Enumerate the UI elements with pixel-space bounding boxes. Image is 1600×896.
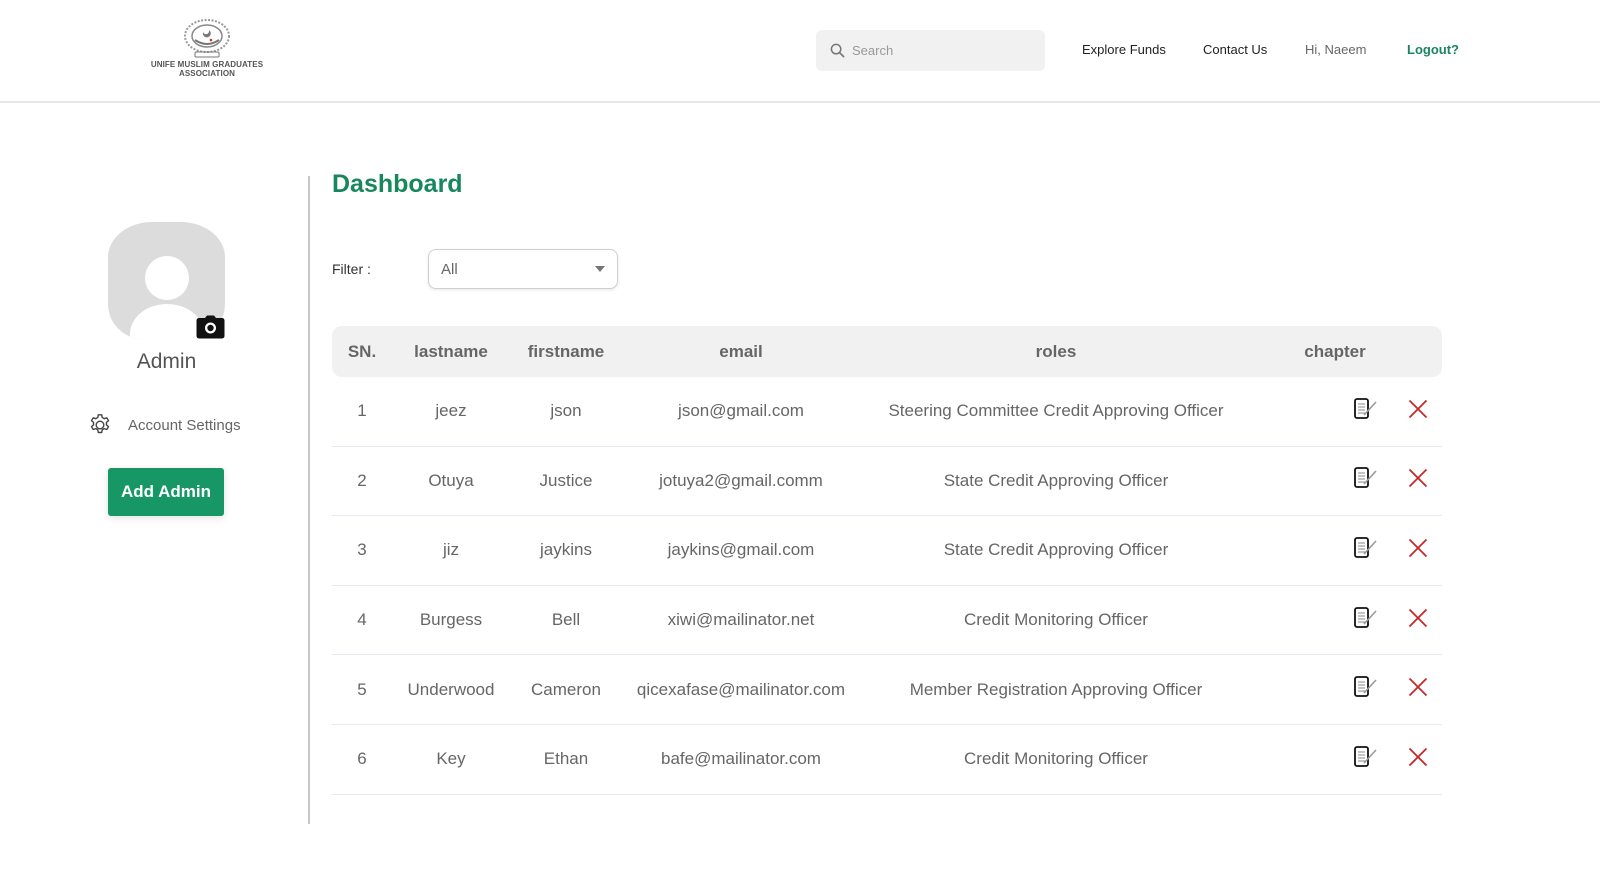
- nav-explore-funds[interactable]: Explore Funds: [1082, 42, 1166, 57]
- cell-role: Steering Committee Credit Approving Offi…: [888, 401, 1224, 421]
- search-input[interactable]: [852, 43, 1022, 58]
- cell-sn: 2: [357, 470, 367, 490]
- user-greeting: Hi, Naeem: [1305, 42, 1367, 57]
- admins-table: SN. lastname firstname email roles chapt…: [332, 326, 1442, 795]
- column-header-email: email: [719, 341, 763, 361]
- edit-icon[interactable]: [1354, 676, 1378, 703]
- cell-firstname: json: [550, 401, 582, 421]
- table-row: 3 jiz jaykins jaykins@gmail.com State Cr…: [332, 516, 1442, 586]
- profile-name: Admin: [136, 350, 197, 373]
- column-header-firstname: firstname: [527, 341, 605, 361]
- cell-actions: [1346, 606, 1442, 634]
- edit-icon[interactable]: [1354, 606, 1378, 634]
- logo-text-line1: UNIFE MUSLIM GRADUATES: [150, 60, 264, 69]
- delete-icon[interactable]: [1408, 399, 1428, 424]
- chevron-down-icon: [595, 266, 605, 272]
- cell-role: Credit Monitoring Officer: [964, 749, 1148, 769]
- filter-selected-value: All: [441, 260, 458, 278]
- logo-emblem-icon: [184, 19, 230, 58]
- cell-firstname: Bell: [551, 610, 581, 630]
- cell-role: State Credit Approving Officer: [943, 470, 1169, 490]
- cell-sn: 3: [357, 540, 367, 560]
- edit-icon[interactable]: [1354, 397, 1378, 425]
- cell-role: Member Registration Approving Officer: [909, 679, 1203, 699]
- column-header-sn: SN.: [347, 341, 377, 361]
- table-row: 5 Underwood Cameron qicexafase@mailinato…: [332, 655, 1442, 725]
- cell-email: json@gmail.com: [678, 401, 804, 421]
- table-row: 4 Burgess Bell xiwi@mailinator.net Credi…: [332, 586, 1442, 656]
- sidebar-divider: [308, 176, 310, 824]
- table-row: 2 Otuya Justice jotuya2@gmail.comm State…: [332, 447, 1442, 517]
- filter-label: Filter :: [332, 261, 371, 277]
- cell-actions: [1346, 537, 1442, 564]
- logo[interactable]: UNIFE MUSLIM GRADUATES ASSOCIATION: [140, 18, 274, 82]
- cell-actions: [1346, 467, 1442, 494]
- account-settings-label: Account Settings: [128, 416, 241, 434]
- table-row: 6 Key Ethan bafe@mailinator.com Credit M…: [332, 725, 1442, 795]
- cell-sn: 5: [357, 679, 367, 699]
- cell-lastname: Burgess: [419, 610, 483, 630]
- delete-icon[interactable]: [1408, 608, 1428, 633]
- cell-email: jaykins@gmail.com: [667, 540, 815, 560]
- table-row: 1 jeez json json@gmail.com Steering Comm…: [332, 377, 1442, 447]
- nav-contact-us[interactable]: Contact Us: [1203, 42, 1267, 57]
- cell-firstname: jaykins: [540, 540, 592, 560]
- logo-text-line2: ASSOCIATION: [178, 69, 236, 78]
- edit-icon[interactable]: [1354, 537, 1378, 564]
- filter-dropdown[interactable]: All: [428, 249, 618, 289]
- account-settings-link[interactable]: Account Settings: [88, 413, 241, 437]
- cell-lastname: Key: [436, 749, 466, 769]
- cell-lastname: jeez: [435, 401, 467, 421]
- search-icon: [830, 43, 845, 58]
- delete-icon[interactable]: [1408, 747, 1428, 772]
- search-box[interactable]: [816, 30, 1045, 71]
- column-header-roles: roles: [1035, 341, 1077, 361]
- table-body: 1 jeez json json@gmail.com Steering Comm…: [332, 377, 1442, 795]
- edit-icon[interactable]: [1354, 745, 1378, 773]
- column-header-chapter: chapter: [1304, 341, 1366, 361]
- cell-sn: 6: [357, 749, 367, 769]
- cell-actions: [1346, 397, 1442, 425]
- cell-role: Credit Monitoring Officer: [964, 610, 1148, 630]
- camera-icon[interactable]: [196, 315, 225, 339]
- avatar-body-shape: [130, 304, 204, 339]
- cell-actions: [1346, 676, 1442, 703]
- edit-icon[interactable]: [1354, 467, 1378, 494]
- delete-icon[interactable]: [1408, 468, 1428, 493]
- cell-firstname: Cameron: [531, 679, 601, 699]
- cell-role: State Credit Approving Officer: [943, 540, 1169, 560]
- cell-email: jotuya2@gmail.comm: [659, 470, 823, 490]
- delete-icon[interactable]: [1408, 677, 1428, 702]
- delete-icon[interactable]: [1408, 538, 1428, 563]
- cell-sn: 1: [357, 401, 367, 421]
- add-admin-button[interactable]: Add Admin: [108, 468, 224, 516]
- cell-email: bafe@mailinator.com: [661, 749, 821, 769]
- column-header-lastname: lastname: [414, 341, 488, 361]
- cell-sn: 4: [357, 610, 367, 630]
- cell-firstname: Justice: [539, 470, 593, 490]
- cell-actions: [1346, 745, 1442, 773]
- cell-email: xiwi@mailinator.net: [667, 610, 815, 630]
- cell-firstname: Ethan: [543, 749, 589, 769]
- cell-lastname: jiz: [442, 540, 460, 560]
- cell-lastname: Otuya: [428, 470, 474, 490]
- gear-icon: [90, 414, 110, 434]
- logout-link[interactable]: Logout?: [1407, 42, 1459, 57]
- cell-email: qicexafase@mailinator.com: [636, 679, 846, 699]
- cell-lastname: Underwood: [407, 679, 495, 699]
- page-title: Dashboard: [332, 170, 463, 198]
- top-navbar: UNIFE MUSLIM GRADUATES ASSOCIATION Explo…: [0, 0, 1600, 103]
- table-header: SN. lastname firstname email roles chapt…: [332, 326, 1442, 377]
- avatar-head-shape: [145, 256, 189, 300]
